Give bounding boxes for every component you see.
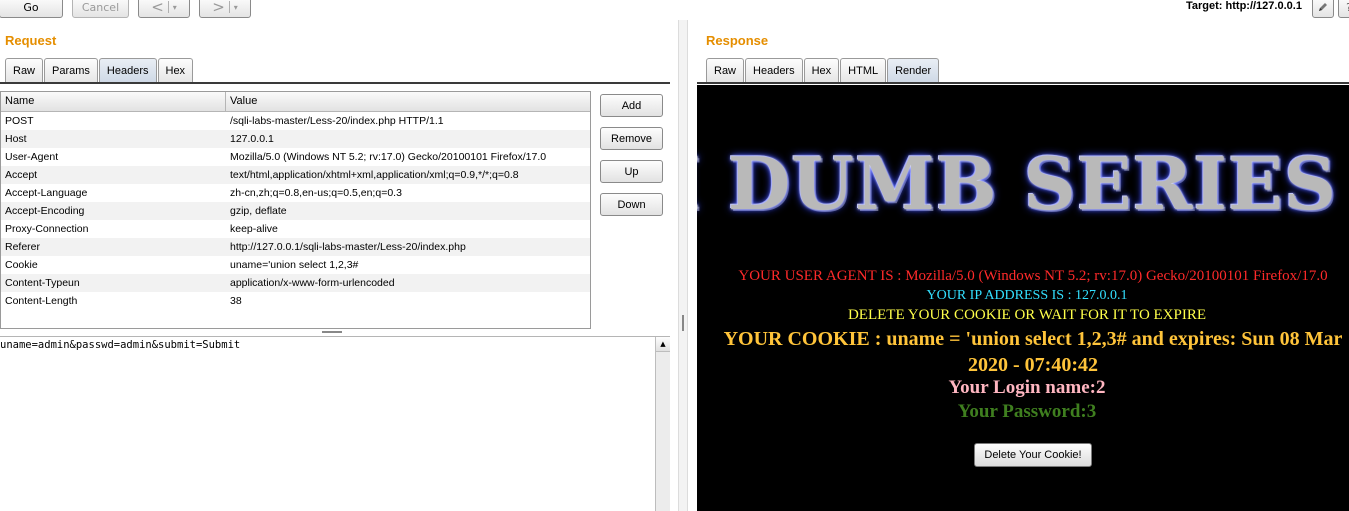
ip-address-text: YOUR IP ADDRESS IS : 127.0.0.1 bbox=[926, 288, 1128, 303]
header-name: Accept-Language bbox=[5, 187, 88, 199]
back-dropdown-icon: ▾ bbox=[172, 2, 177, 12]
header-name: POST bbox=[5, 115, 34, 127]
banner-title: I DUMB SERIES bbox=[697, 141, 1337, 226]
login-name-text: Your Login name:2 bbox=[948, 377, 1106, 398]
add-button[interactable]: Add bbox=[600, 94, 663, 117]
table-row[interactable]: POST/sqli-labs-master/Less-20/index.php … bbox=[1, 112, 590, 130]
remove-button[interactable]: Remove bbox=[600, 127, 663, 150]
header-value: 127.0.0.1 bbox=[230, 133, 274, 145]
pencil-icon bbox=[1319, 3, 1327, 11]
separator bbox=[167, 1, 169, 13]
back-button[interactable]: < ▾ bbox=[138, 0, 190, 18]
separator bbox=[228, 1, 230, 13]
body-scrollbar[interactable]: ▲ bbox=[655, 337, 670, 511]
table-row[interactable]: Accept-Encoding gzip, deflate bbox=[1, 202, 590, 220]
password-text: Your Password:3 bbox=[957, 401, 1097, 422]
forward-dropdown-icon: ▾ bbox=[233, 2, 238, 12]
tab-render[interactable]: Render bbox=[887, 58, 940, 82]
table-row[interactable]: Referer http://127.0.0.1/sqli-labs-master… bbox=[1, 238, 590, 256]
delete-cookie-notice: DELETE YOUR COOKIE OR WAIT FOR IT TO EXP… bbox=[847, 307, 1207, 323]
header-name: Referer bbox=[5, 241, 41, 253]
tab-raw[interactable]: Raw bbox=[5, 58, 44, 82]
help-button[interactable]: ? bbox=[1338, 0, 1349, 18]
header-name: Content-Typeun bbox=[5, 277, 80, 289]
request-tabs: Raw Params Headers Hex bbox=[5, 58, 194, 82]
request-body-text: uname=admin&passwd=admin&submit=Submit bbox=[0, 339, 241, 351]
header-name: Accept bbox=[5, 169, 38, 181]
response-tabs: Raw Headers Hex HTML Render bbox=[706, 58, 940, 82]
header-value: keep-alive bbox=[230, 223, 278, 235]
header-value: /sqli-labs-master/Less-20/index.php HTTP… bbox=[230, 115, 444, 127]
top-toolbar: Go Cancel < ▾ > ▾ Target: http://127.0.0.1… bbox=[0, 0, 1349, 20]
column-value-header[interactable]: Value bbox=[226, 92, 261, 111]
header-value: application/x-www-form-urlencoded bbox=[230, 277, 395, 289]
table-row[interactable]: Content-Length 38 bbox=[1, 292, 590, 310]
request-body-editor[interactable]: uname=admin&passwd=admin&submit=Submit ▲ bbox=[0, 336, 670, 511]
horizontal-splitter[interactable] bbox=[0, 329, 670, 336]
go-button[interactable]: Go bbox=[0, 0, 63, 18]
cancel-button[interactable]: Cancel bbox=[72, 0, 129, 18]
column-name-header[interactable]: Name bbox=[1, 92, 226, 111]
go-label: Go bbox=[23, 0, 39, 14]
splitter-grip-icon bbox=[682, 315, 684, 331]
response-tab-divider bbox=[697, 82, 1349, 84]
header-name: Host bbox=[5, 133, 27, 145]
delete-cookie-button[interactable]: Delete Your Cookie! bbox=[974, 443, 1092, 467]
tab-params[interactable]: Params bbox=[44, 58, 98, 82]
splitter-grip-icon bbox=[322, 331, 342, 333]
table-row[interactable]: Host 127.0.0.1 bbox=[1, 130, 590, 148]
header-name: User-Agent bbox=[5, 151, 59, 163]
header-value: http://127.0.0.1/sqli-labs-master/Less-2… bbox=[230, 241, 466, 253]
header-value: gzip, deflate bbox=[230, 205, 287, 217]
table-row[interactable]: Cookie uname='union select 1,2,3# bbox=[1, 256, 590, 274]
table-row[interactable]: User-Agent Mozilla/5.0 (Windows NT 5.2; r… bbox=[1, 148, 590, 166]
tab-raw[interactable]: Raw bbox=[706, 58, 745, 82]
vertical-splitter[interactable] bbox=[678, 20, 688, 511]
header-value: text/html,application/xhtml+xml,applicat… bbox=[230, 169, 519, 181]
header-name: Accept-Encoding bbox=[5, 205, 85, 217]
user-agent-text: YOUR USER AGENT IS : Mozilla/5.0 (Window… bbox=[738, 268, 1328, 284]
table-row[interactable]: Content-Typeun application/x-www-form-url… bbox=[1, 274, 590, 292]
header-value: 38 bbox=[230, 295, 242, 307]
down-button[interactable]: Down bbox=[600, 193, 663, 216]
back-arrow-icon: < bbox=[151, 0, 164, 16]
render-view: I DUMB SERIES YOUR USER AGENT IS : Mozil… bbox=[697, 85, 1349, 511]
header-value: uname='union select 1,2,3# bbox=[230, 259, 359, 271]
forward-button[interactable]: > ▾ bbox=[199, 0, 251, 18]
table-header: Name Value bbox=[1, 92, 590, 112]
header-value: zh-cn,zh;q=0.8,en-us;q=0.5,en;q=0.3 bbox=[230, 187, 402, 199]
header-name: Proxy-Connection bbox=[5, 223, 89, 235]
header-name: Cookie bbox=[5, 259, 38, 271]
tab-headers[interactable]: Headers bbox=[745, 58, 803, 82]
cancel-label: Cancel bbox=[81, 0, 120, 14]
forward-arrow-icon: > bbox=[212, 0, 225, 16]
header-name: Content-Length bbox=[5, 295, 78, 307]
request-title: Request bbox=[5, 33, 57, 48]
table-row[interactable]: Proxy-Connection keep-alive bbox=[1, 220, 590, 238]
table-row[interactable]: Accept-Language zh-cn,zh;q=0.8,en-us;q=0.… bbox=[1, 184, 590, 202]
scroll-up-arrow-icon[interactable]: ▲ bbox=[656, 337, 670, 352]
tab-hex[interactable]: Hex bbox=[157, 58, 194, 82]
up-button[interactable]: Up bbox=[600, 160, 663, 183]
target-label: Target: http://127.0.0.1 bbox=[1186, 0, 1302, 12]
request-tab-divider bbox=[0, 82, 670, 84]
tab-html[interactable]: HTML bbox=[840, 58, 887, 82]
cookie-text: YOUR COOKIE : uname = 'union select 1,2,… bbox=[723, 328, 1343, 376]
tab-hex[interactable]: Hex bbox=[803, 58, 840, 82]
table-row[interactable]: Accept text/html,application/xhtml+xml,ap… bbox=[1, 166, 590, 184]
headers-table: Name Value POST/sqli-labs-master/Less-20… bbox=[0, 91, 591, 329]
header-value: Mozilla/5.0 (Windows NT 5.2; rv:17.0) Ge… bbox=[230, 151, 547, 163]
response-title: Response bbox=[706, 33, 769, 48]
tab-headers[interactable]: Headers bbox=[98, 58, 157, 82]
edit-target-button[interactable] bbox=[1312, 0, 1334, 18]
